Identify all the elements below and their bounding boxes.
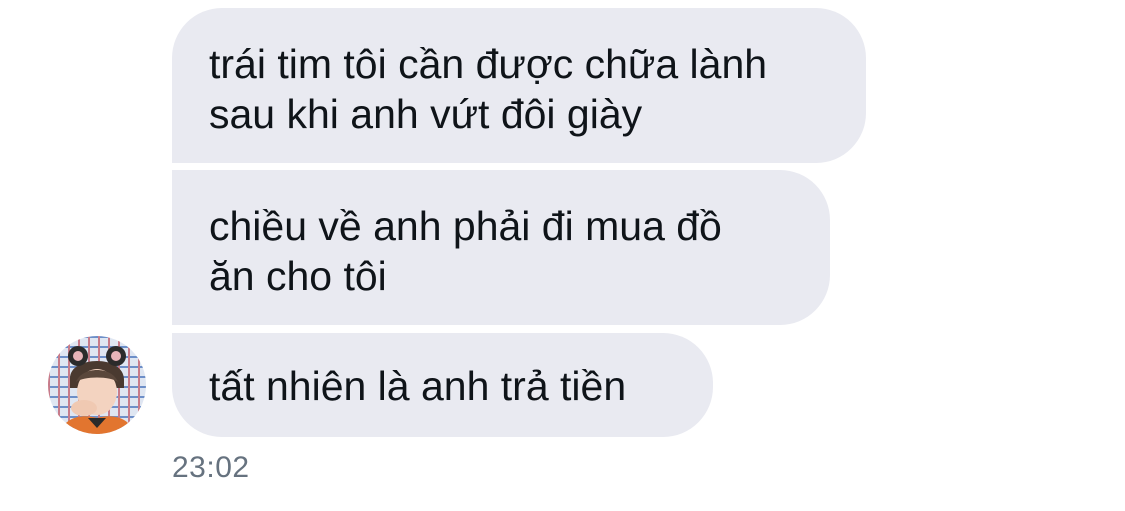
message-text-line: sau khi anh vứt đôi giày bbox=[209, 91, 643, 137]
message-bubble[interactable]: chiều về anh phải đi mua đồ ăn cho tôi bbox=[172, 170, 830, 325]
avatar-image bbox=[48, 336, 146, 434]
avatar[interactable] bbox=[48, 336, 146, 434]
message-text-line: trái tim tôi cần được chữa lành bbox=[209, 41, 768, 87]
message-text-line: tất nhiên là anh trả tiền bbox=[209, 363, 627, 409]
message-text-line: ăn cho tôi bbox=[209, 253, 387, 299]
message-timestamp: 23:02 bbox=[172, 451, 250, 484]
message-bubble[interactable]: tất nhiên là anh trả tiền bbox=[172, 333, 713, 437]
message-bubble[interactable]: trái tim tôi cần được chữa lành sau khi … bbox=[172, 8, 866, 163]
message-text-line: chiều về anh phải đi mua đồ bbox=[209, 203, 722, 249]
